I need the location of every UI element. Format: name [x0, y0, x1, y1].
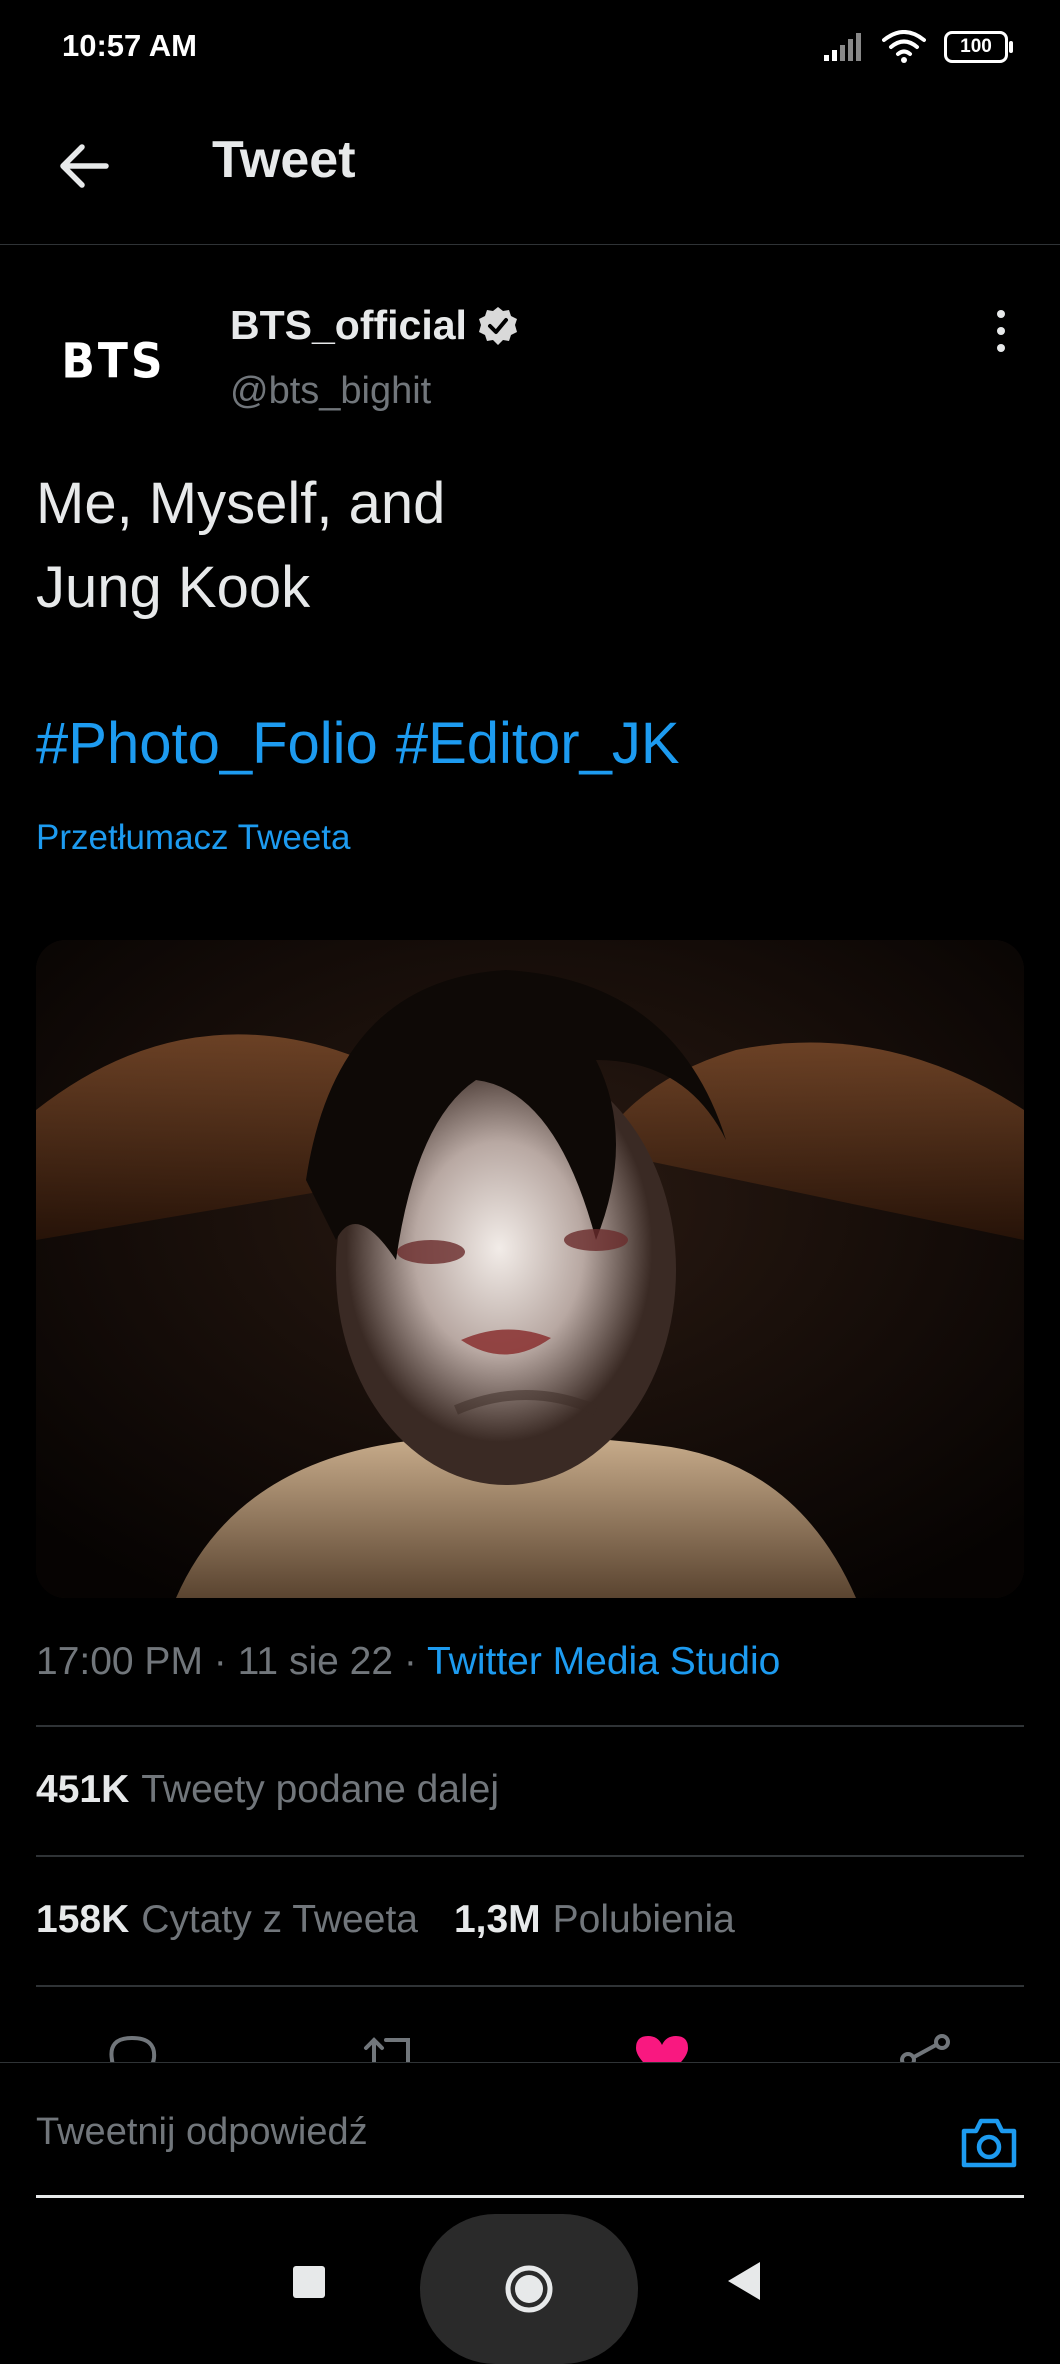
status-time: 10:57 AM [62, 28, 197, 63]
hashtag-link[interactable]: #Editor_JK [396, 711, 680, 776]
author-name-row[interactable]: BTS_official [230, 302, 519, 349]
tweet-text: Me, Myself, and Jung Kook [36, 462, 676, 630]
hashtags: #Photo_Folio #Editor_JK [36, 710, 698, 777]
quotes-stat[interactable]: 158K Cytaty z Tweeta [36, 1898, 418, 1942]
more-options-icon[interactable] [984, 306, 1018, 356]
retweets-stat[interactable]: 451K Tweety podane dalej [36, 1768, 499, 1812]
stats-row: 158K Cytaty z Tweeta 1,3M Polubienia [36, 1898, 735, 1942]
likes-stat[interactable]: 1,3M Polubienia [454, 1898, 735, 1942]
likes-label: Polubienia [552, 1898, 735, 1941]
battery-level: 100 [960, 36, 992, 57]
camera-icon[interactable] [958, 2115, 1020, 2171]
retweets-count: 451K [36, 1768, 130, 1811]
recents-square-icon[interactable] [291, 2264, 327, 2300]
author-name: BTS_official [230, 302, 467, 348]
status-icons: 100 [824, 30, 1013, 64]
home-circle-icon [505, 2265, 553, 2313]
tweet-source-link[interactable]: Twitter Media Studio [427, 1640, 780, 1683]
divider [36, 1985, 1024, 1987]
top-app-bar: Tweet [0, 100, 1060, 245]
reply-input-underline [36, 2195, 1024, 2198]
tweet-time: 17:00 PM [36, 1640, 203, 1683]
verified-badge-icon [478, 306, 517, 345]
tweet-meta: 17:00 PM · 11 sie 22 · Twitter Media Stu… [36, 1640, 780, 1684]
retweets-label: Tweety podane dalej [141, 1768, 499, 1811]
wifi-icon [882, 30, 926, 63]
meta-separator: · [213, 1640, 227, 1683]
avatar[interactable]: BTS [36, 296, 191, 426]
divider [36, 1725, 1024, 1727]
back-button[interactable] [54, 136, 114, 196]
translate-tweet-link[interactable]: Przetłumacz Tweeta [36, 818, 351, 858]
share-icon[interactable] [896, 2032, 956, 2064]
back-triangle-icon[interactable] [726, 2260, 762, 2302]
divider [36, 1855, 1024, 1857]
battery-icon: 100 [944, 31, 1013, 63]
signal-icon [824, 33, 861, 61]
avatar-logo-text: BTS [61, 332, 166, 390]
hashtag-link[interactable]: #Photo_Folio [36, 711, 378, 776]
author-handle[interactable]: @bts_bighit [230, 370, 431, 413]
home-button[interactable] [420, 2214, 638, 2364]
reply-icon[interactable] [104, 2032, 160, 2064]
tweet-text-line2: Jung Kook [36, 555, 311, 620]
likes-count: 1,3M [453, 1898, 541, 1941]
quotes-count: 158K [36, 1898, 130, 1941]
page-title: Tweet [212, 131, 356, 189]
photo-portrait-image [36, 940, 1024, 1598]
meta-separator: · [403, 1640, 417, 1683]
system-navigation-bar [0, 2200, 1060, 2364]
tweet-text-line1: Me, Myself, and [36, 471, 446, 536]
tweet-photo[interactable] [36, 940, 1024, 1598]
reply-composer: Tweetnij odpowiedź [0, 2062, 1060, 2198]
tweet-action-bar [0, 2020, 1060, 2064]
like-heart-icon[interactable] [632, 2032, 692, 2064]
arrow-left-icon [60, 144, 109, 188]
reply-input[interactable]: Tweetnij odpowiedź [36, 2111, 368, 2154]
retweet-icon[interactable] [362, 2032, 422, 2064]
quotes-label: Cytaty z Tweeta [141, 1898, 418, 1941]
tweet-date: 11 sie 22 [237, 1640, 394, 1683]
